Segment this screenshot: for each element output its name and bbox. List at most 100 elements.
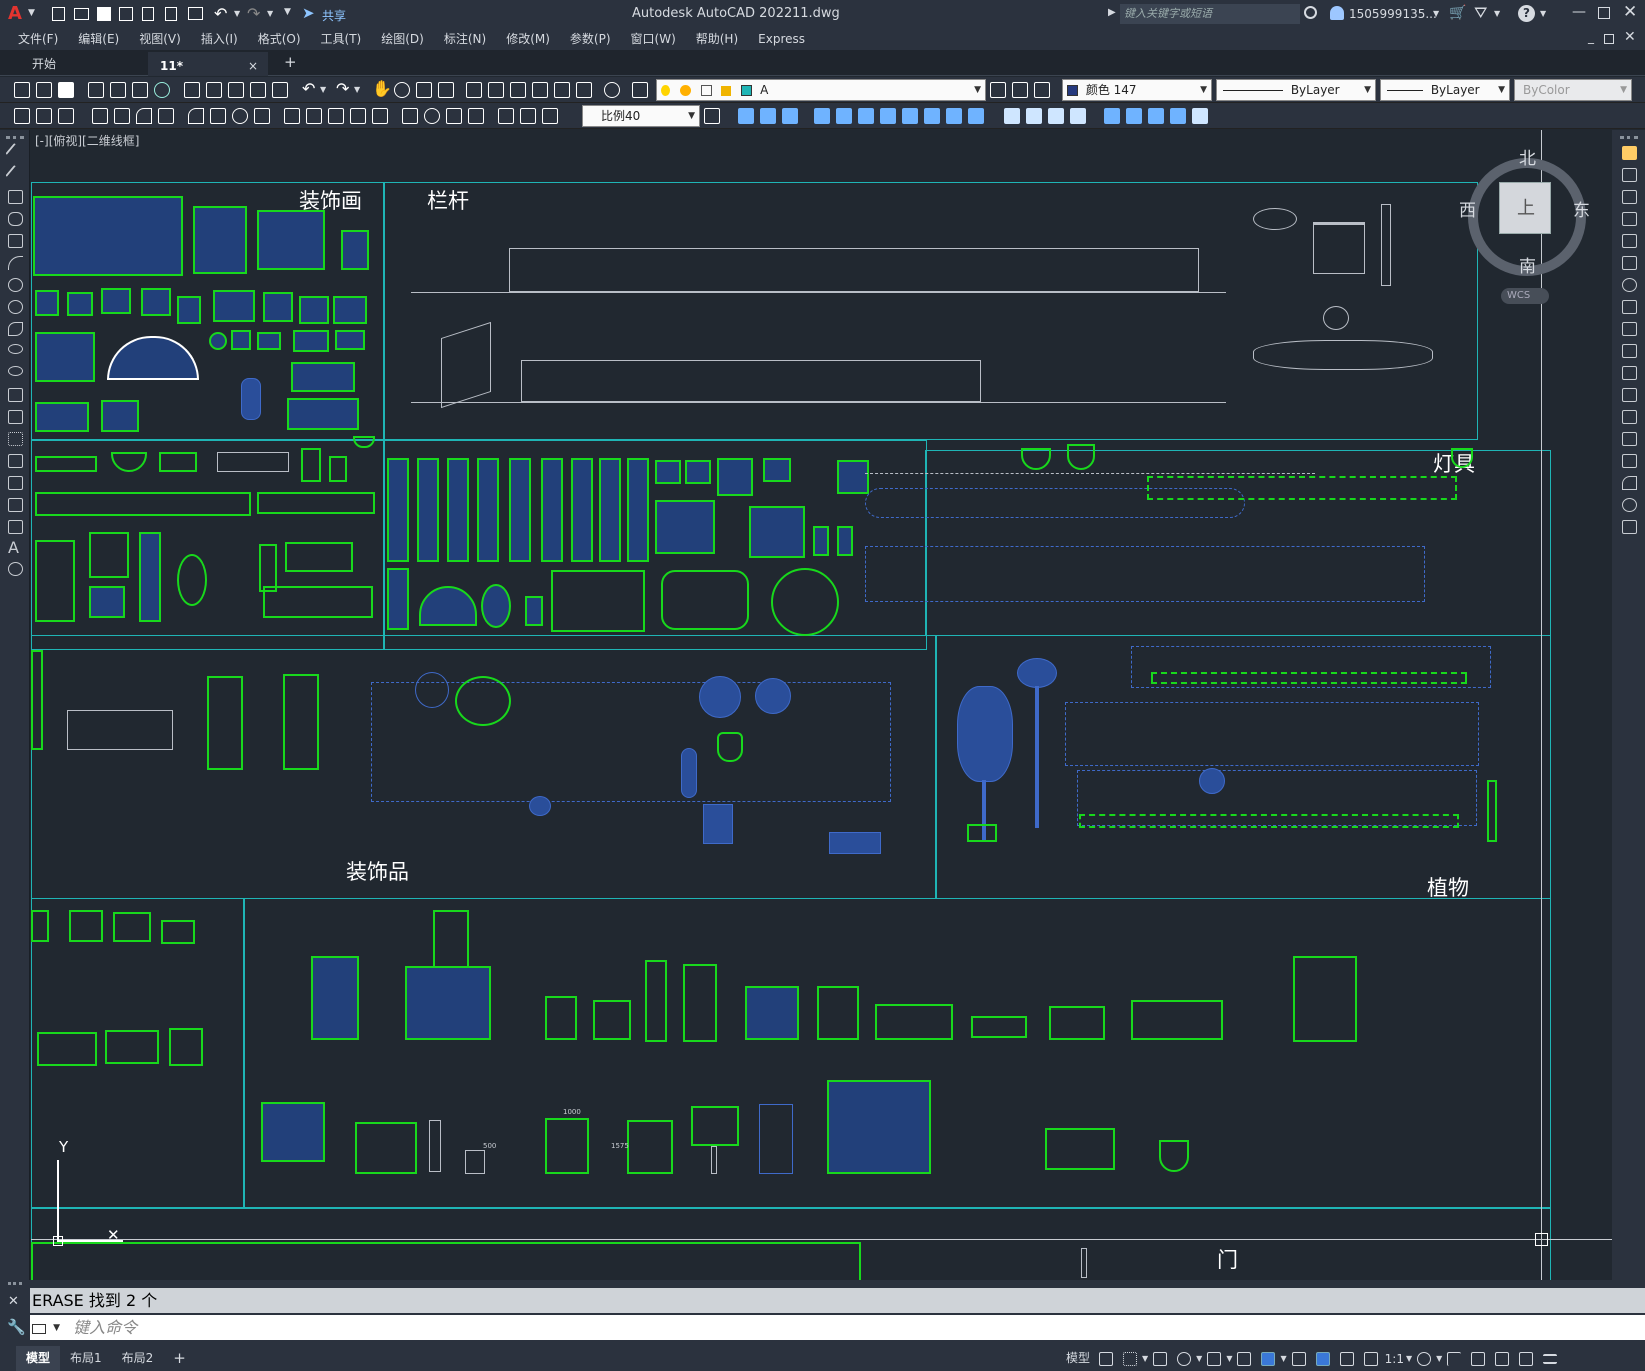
- zoom-window-icon[interactable]: [416, 82, 432, 98]
- hatch-icon[interactable]: [8, 454, 23, 468]
- make-current-layer-icon[interactable]: [990, 82, 1006, 98]
- plot-icon[interactable]: [188, 7, 203, 20]
- rectangle-icon[interactable]: [8, 234, 23, 248]
- polar-icon[interactable]: [1177, 1351, 1192, 1366]
- break-icon[interactable]: [968, 108, 984, 124]
- tool-palettes-icon[interactable]: [510, 82, 526, 98]
- autodesk-app-icon[interactable]: ⛛: [1474, 3, 1487, 23]
- cut-icon[interactable]: [184, 82, 200, 98]
- viewcube-west[interactable]: 西: [1459, 196, 1476, 221]
- help-dropdown-icon[interactable]: ▼: [1540, 9, 1546, 18]
- copy-icon[interactable]: [738, 108, 754, 124]
- web-save-icon[interactable]: [142, 7, 154, 21]
- extend-icon[interactable]: [946, 108, 962, 124]
- tab-drawing[interactable]: 11* ×: [148, 52, 268, 76]
- undo-dropdown-icon[interactable]: ▼: [234, 9, 240, 18]
- zoom-previous-icon[interactable]: [438, 82, 454, 98]
- menu-insert[interactable]: 插入(I): [191, 28, 248, 50]
- undo-icon[interactable]: ↶: [302, 79, 315, 98]
- viewcube-north[interactable]: 北: [1519, 144, 1536, 169]
- paste-icon[interactable]: [228, 82, 244, 98]
- fullscreen-icon[interactable]: [1519, 1351, 1534, 1366]
- annotation-scale-dropdown-icon[interactable]: ▼: [1406, 1354, 1412, 1363]
- menu-tools[interactable]: 工具(T): [311, 28, 372, 50]
- model-space-button[interactable]: 模型: [1062, 1346, 1094, 1371]
- print-icon[interactable]: [88, 82, 104, 98]
- dim-space-icon[interactable]: [350, 108, 366, 124]
- lineweight-combo[interactable]: ByLayer ▼: [1380, 79, 1510, 101]
- search-icon[interactable]: [1304, 6, 1317, 19]
- menu-draw[interactable]: 绘图(D): [371, 28, 434, 50]
- add-selected-icon[interactable]: [8, 562, 23, 576]
- construction-line-icon[interactable]: [5, 164, 26, 186]
- command-input-box[interactable]: ▼ 键入命令: [30, 1315, 1645, 1340]
- line-icon[interactable]: [5, 142, 26, 164]
- tab-start[interactable]: 开始: [20, 52, 148, 76]
- command-prompt-icon[interactable]: [32, 1323, 46, 1334]
- group-edit-icon[interactable]: [1148, 108, 1164, 124]
- explode-object-icon[interactable]: [1622, 520, 1637, 534]
- dim-style-icon[interactable]: [58, 108, 74, 124]
- undo-icon[interactable]: ↶: [214, 4, 227, 23]
- layer-combo[interactable]: A ▼: [656, 79, 986, 101]
- workspace-gear-icon[interactable]: [1417, 1351, 1432, 1366]
- move-object-icon[interactable]: [1622, 256, 1637, 270]
- command-prompt-dropdown-icon[interactable]: ▼: [53, 1323, 60, 1333]
- circle-icon[interactable]: [8, 278, 23, 292]
- pan-icon[interactable]: ✋: [372, 79, 392, 98]
- osnap-dropdown-icon[interactable]: ▼: [1280, 1354, 1286, 1363]
- ungroup-icon[interactable]: [1126, 108, 1142, 124]
- ortho-icon[interactable]: [1153, 1351, 1168, 1366]
- rotate-object-icon[interactable]: [1622, 278, 1637, 292]
- snap-dropdown-icon[interactable]: ▼: [1142, 1354, 1148, 1363]
- dim-edit-icon[interactable]: [498, 108, 514, 124]
- mtext-icon[interactable]: A: [8, 538, 19, 557]
- save-icon[interactable]: [97, 7, 111, 21]
- publish-icon[interactable]: [132, 82, 148, 98]
- toolbar-grip-icon[interactable]: [6, 136, 24, 139]
- customize-menu-icon[interactable]: [1543, 1353, 1558, 1364]
- dim-angle-icon[interactable]: [254, 108, 270, 124]
- dim-text-edit-icon[interactable]: [520, 108, 536, 124]
- offset-object-icon[interactable]: [1622, 212, 1637, 226]
- close-button[interactable]: ✕: [1623, 2, 1637, 22]
- region-icon[interactable]: [8, 498, 23, 512]
- qnew-icon[interactable]: [14, 82, 30, 98]
- dim-linear-icon[interactable]: [14, 108, 30, 124]
- block-editor-icon[interactable]: [272, 82, 288, 98]
- units-icon[interactable]: [1471, 1351, 1486, 1366]
- dim-continue-icon[interactable]: [328, 108, 344, 124]
- annotation-scale-combo[interactable]: 比例40 ▼: [582, 105, 700, 127]
- isodraft-icon[interactable]: [1207, 1351, 1222, 1366]
- menu-window[interactable]: 窗口(W): [621, 28, 686, 50]
- plot-preview-icon[interactable]: [110, 82, 126, 98]
- auto-scale-icon[interactable]: [1339, 1351, 1354, 1366]
- share-icon[interactable]: ➤: [302, 4, 315, 22]
- properties-icon[interactable]: [466, 82, 482, 98]
- viewport-controls[interactable]: [-][俯视][二维线框]: [35, 132, 139, 149]
- point-icon[interactable]: [8, 432, 23, 446]
- polyline-icon[interactable]: [8, 190, 23, 204]
- stretch-icon[interactable]: [902, 108, 918, 124]
- layer-state-icon[interactable]: [1034, 82, 1050, 98]
- menu-modify[interactable]: 修改(M): [496, 28, 560, 50]
- design-center-icon[interactable]: [488, 82, 504, 98]
- app-logo-icon[interactable]: A: [8, 3, 22, 24]
- command-settings-icon[interactable]: 🔧: [7, 1318, 26, 1336]
- group-select-icon[interactable]: [1170, 108, 1186, 124]
- share-button[interactable]: 共享: [322, 7, 346, 24]
- tolerance-icon[interactable]: [402, 108, 418, 124]
- scale-icon[interactable]: [880, 108, 896, 124]
- trim-object-icon[interactable]: [1622, 344, 1637, 358]
- ellipse-icon[interactable]: [8, 344, 23, 354]
- tab-model[interactable]: 模型: [16, 1346, 61, 1371]
- dim-baseline-icon[interactable]: [306, 108, 322, 124]
- toolbar-grip-icon[interactable]: [1620, 136, 1638, 139]
- menu-format[interactable]: 格式(O): [248, 28, 311, 50]
- markup-icon[interactable]: [554, 82, 570, 98]
- minimize-button[interactable]: —: [1572, 4, 1586, 20]
- drawing-canvas[interactable]: [-][俯视][二维线框] 装饰画 栏杆 灯具 装饰品 植物 门 上 北 南 东…: [31, 130, 1612, 1280]
- cart-icon[interactable]: 🛒: [1449, 5, 1466, 21]
- undo-dropdown-icon[interactable]: ▼: [320, 85, 326, 94]
- publish-icon[interactable]: [165, 7, 177, 21]
